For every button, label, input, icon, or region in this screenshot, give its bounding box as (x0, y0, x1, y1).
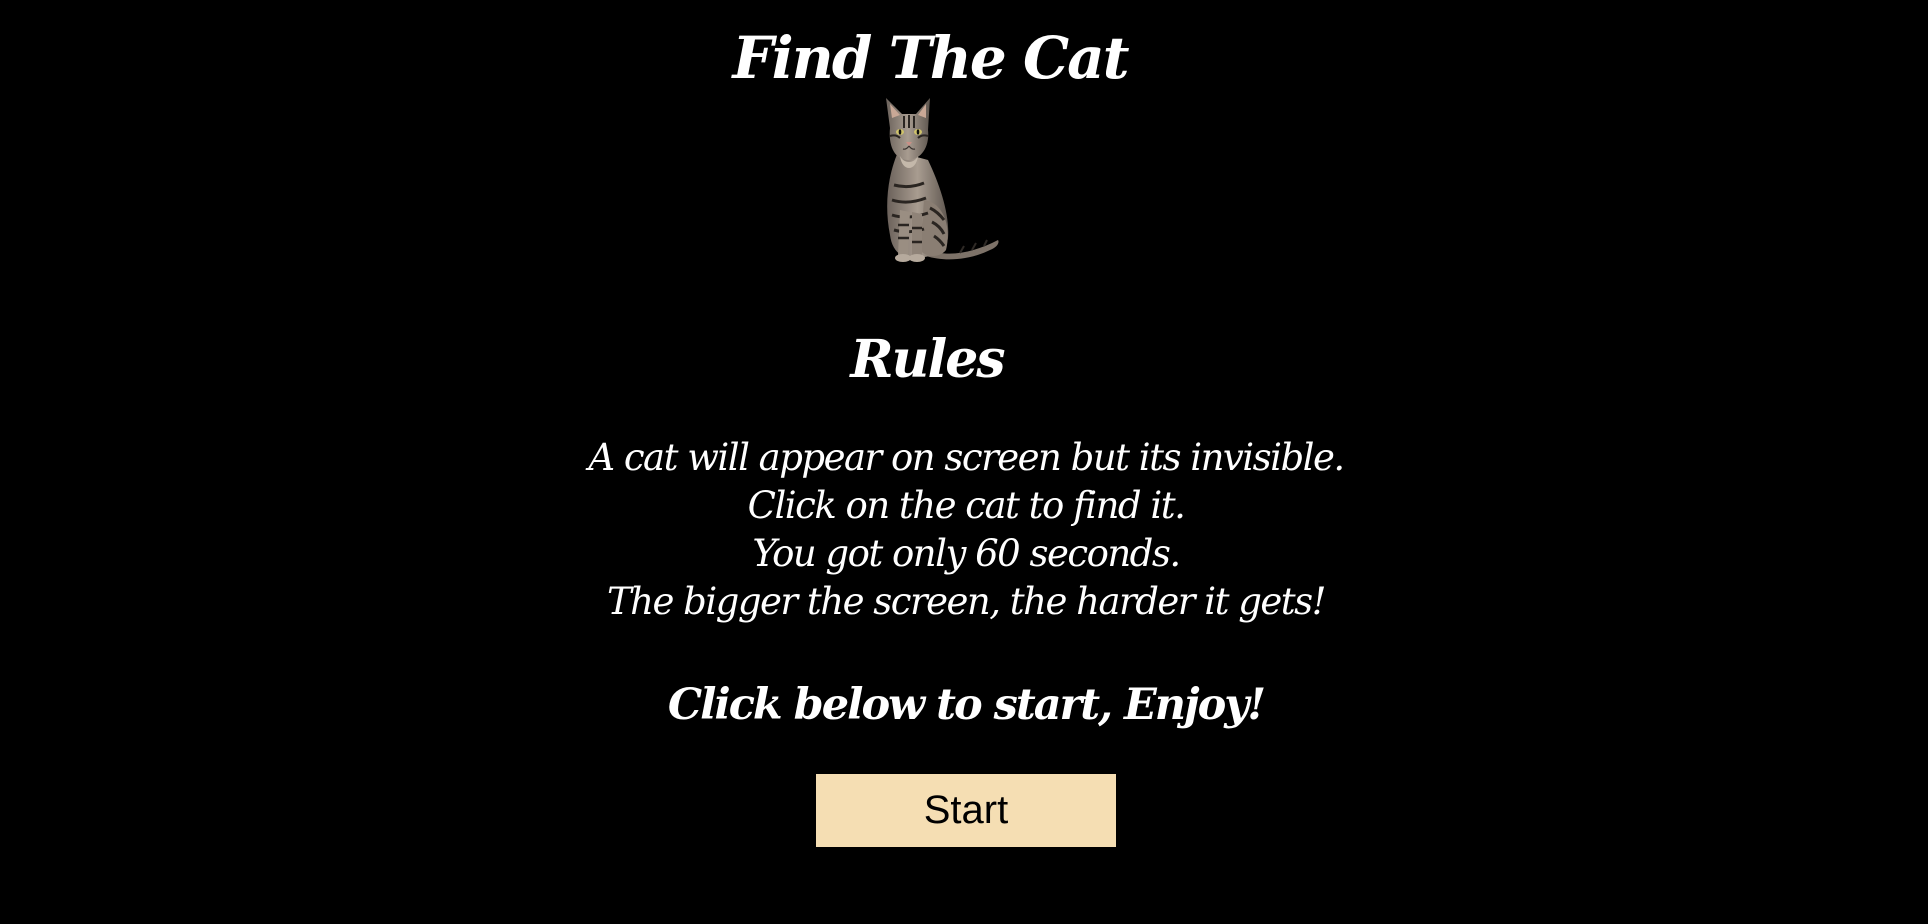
start-button[interactable]: Start (816, 774, 1116, 847)
game-title: Find The Cat (732, 24, 1129, 92)
start-prompt: Click below to start, Enjoy! (667, 680, 1266, 730)
rule-line: A cat will appear on screen but its invi… (588, 436, 1345, 479)
rule-line: The bigger the screen, the harder it get… (606, 580, 1327, 623)
rule-line: You got only 60 seconds. (752, 532, 1181, 575)
rules-heading: Rules (850, 329, 1005, 390)
rule-line: Click on the cat to find it. (747, 484, 1186, 527)
rules-list: A cat will appear on screen but its invi… (0, 434, 1928, 626)
cat-image (850, 90, 1000, 265)
